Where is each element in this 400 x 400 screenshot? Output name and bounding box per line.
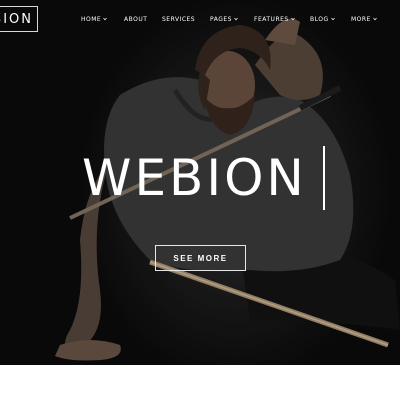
site-logo-text: BION <box>0 11 33 27</box>
chevron-down-icon <box>103 17 107 21</box>
nav-item-services[interactable]: SERVICES <box>162 14 195 24</box>
nav-item-pages[interactable]: PAGES <box>210 14 238 24</box>
typing-cursor <box>323 146 325 210</box>
nav-item-more[interactable]: MORE <box>351 14 377 24</box>
nav-item-label: PAGES <box>210 15 232 23</box>
nav-item-label: ABOUT <box>124 15 148 23</box>
nav-item-label: SERVICES <box>162 15 196 23</box>
nav-item-label: HOME <box>81 15 102 23</box>
chevron-down-icon <box>234 17 238 21</box>
nav-item-about[interactable]: ABOUT <box>124 14 147 24</box>
nav-item-label: BLOG <box>310 15 329 23</box>
chevron-down-icon <box>373 17 377 21</box>
hero-title: WEBION <box>82 149 307 207</box>
see-more-button[interactable]: SEE MORE <box>155 245 246 271</box>
nav-item-label: FEATURES <box>254 15 289 23</box>
chevron-down-icon <box>290 17 295 21</box>
nav-item-home[interactable]: HOME <box>81 14 107 24</box>
site-logo[interactable]: BION <box>0 6 38 32</box>
content-section <box>0 365 400 400</box>
nav-item-features[interactable]: FEATURES <box>254 14 295 24</box>
see-more-label: SEE MORE <box>173 253 228 263</box>
nav-item-label: MORE <box>351 15 371 23</box>
nav-item-blog[interactable]: BLOG <box>310 14 335 24</box>
hero-section: BION HOME ABOUT SERVICES PAGES FEATURES … <box>0 0 400 365</box>
chevron-down-icon <box>330 17 335 21</box>
